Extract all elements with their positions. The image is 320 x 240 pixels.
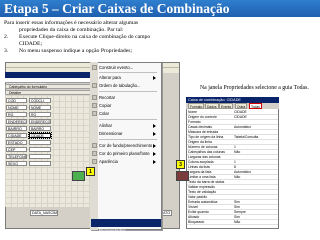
menu-dimensionar[interactable]: Dimensionar: [99, 130, 157, 137]
menu-copiar[interactable]: Copiar: [99, 102, 157, 109]
step-2-number: 2.: [4, 34, 9, 40]
cut-icon: [92, 95, 97, 100]
label-bairro[interactable]: BAIRRO: [6, 126, 27, 131]
appearance-icon: [92, 159, 97, 164]
field-nome[interactable]: NOME: [29, 105, 51, 110]
fill-color-icon: [92, 143, 97, 148]
label-cep[interactable]: CEP: [6, 147, 27, 152]
callout-badge-3: 3: [176, 160, 185, 169]
tab-formato[interactable]: Formato: [188, 103, 205, 109]
step-3-line-1: No menu suspenso indique a opção Proprie…: [19, 48, 133, 54]
menu-separator: [99, 72, 157, 73]
menu-recortar[interactable]: Recortar: [99, 94, 157, 101]
tab-todas[interactable]: Todas: [249, 103, 262, 109]
tab-order-icon: [92, 83, 97, 88]
field-endereco[interactable]: ENDEREÇO: [29, 119, 51, 124]
tab-outra[interactable]: Outra: [235, 103, 248, 109]
property-value[interactable]: Não: [234, 220, 240, 225]
field-cep[interactable]: [29, 147, 51, 152]
submenu-arrow-icon: [153, 152, 156, 156]
field-data-nascim[interactable]: DATA_NASCIM: [30, 210, 58, 216]
menu-alterar-para[interactable]: Alterar para: [99, 74, 157, 81]
menu-propriedades[interactable]: Propriedades: [91, 219, 161, 233]
submenu-arrow-icon: [153, 132, 156, 136]
label-sexo[interactable]: SEXO: [6, 161, 27, 166]
field-codcli[interactable]: CODCLI: [29, 98, 51, 103]
menu-construir-evento[interactable]: Construir evento...: [99, 64, 157, 71]
instruction-note: Na janela Propriedades selecione a guia …: [200, 85, 309, 91]
font-color-icon: [92, 151, 97, 156]
menu-colar[interactable]: Colar: [99, 110, 157, 117]
intro-line-2: propriedades da caixa de combinação. Par…: [19, 27, 124, 33]
label-estado[interactable]: ESTADO: [6, 140, 27, 145]
property-key: Bloqueado: [188, 220, 205, 224]
menu-cor-fundo[interactable]: Cor de fundo/preenchimento: [99, 142, 157, 149]
field-bairro[interactable]: BAIRRO: [29, 126, 51, 131]
field-rg[interactable]: RG: [29, 112, 51, 117]
build-event-icon: [92, 65, 97, 70]
slide-title: Etapa 5 – Criar Caixas de Combinação: [4, 1, 230, 16]
label-telefone[interactable]: TELEFONE: [6, 154, 27, 159]
nav-back-button[interactable]: [72, 171, 85, 181]
menu-aparencia[interactable]: Aparência: [99, 158, 157, 165]
menu-separator: [99, 139, 157, 140]
callout-badge-1: 1: [86, 167, 95, 176]
submenu-arrow-icon: [153, 124, 156, 128]
field-telefone[interactable]: [29, 154, 51, 159]
label-nome[interactable]: NOME: [6, 105, 27, 110]
submenu-arrow-icon: [153, 160, 156, 164]
step-2-line-2: CIDADE;: [19, 41, 43, 47]
tab-evento[interactable]: Evento: [219, 103, 234, 109]
menu-ordem-tabulacao[interactable]: Ordem de tabulação...: [99, 82, 157, 89]
field-sexo[interactable]: [29, 161, 51, 166]
property-row[interactable]: Bloqueado Não: [187, 220, 278, 225]
nav-forward-button[interactable]: [176, 171, 189, 181]
label-endereco[interactable]: ENDEREÇO: [6, 119, 27, 124]
combo-cidade[interactable]: CIDADE: [28, 132, 52, 139]
menu-alinhar[interactable]: Alinhar: [99, 122, 157, 129]
tab-dados[interactable]: Dados: [205, 103, 219, 109]
label-codcliente[interactable]: COD CLIENTE: [6, 98, 27, 103]
paste-icon: [92, 111, 97, 116]
submenu-arrow-icon: [153, 76, 156, 80]
label-rg[interactable]: RG: [6, 112, 27, 117]
submenu-arrow-icon: [153, 144, 156, 148]
menu-cor-fonte[interactable]: Cor do primeiro plano/fonte: [99, 150, 157, 157]
menu-separator: [99, 91, 157, 92]
field-estado[interactable]: [29, 140, 51, 145]
menu-separator: [99, 119, 157, 120]
intro-line-1: Para inserir essas informações é necessá…: [4, 20, 139, 26]
step-3-number: 3.: [4, 48, 9, 54]
step-2-line-1: Execute Clique-direito na caixa de combi…: [19, 34, 151, 40]
label-cidade[interactable]: CIDADE: [6, 133, 27, 138]
copy-icon: [92, 103, 97, 108]
